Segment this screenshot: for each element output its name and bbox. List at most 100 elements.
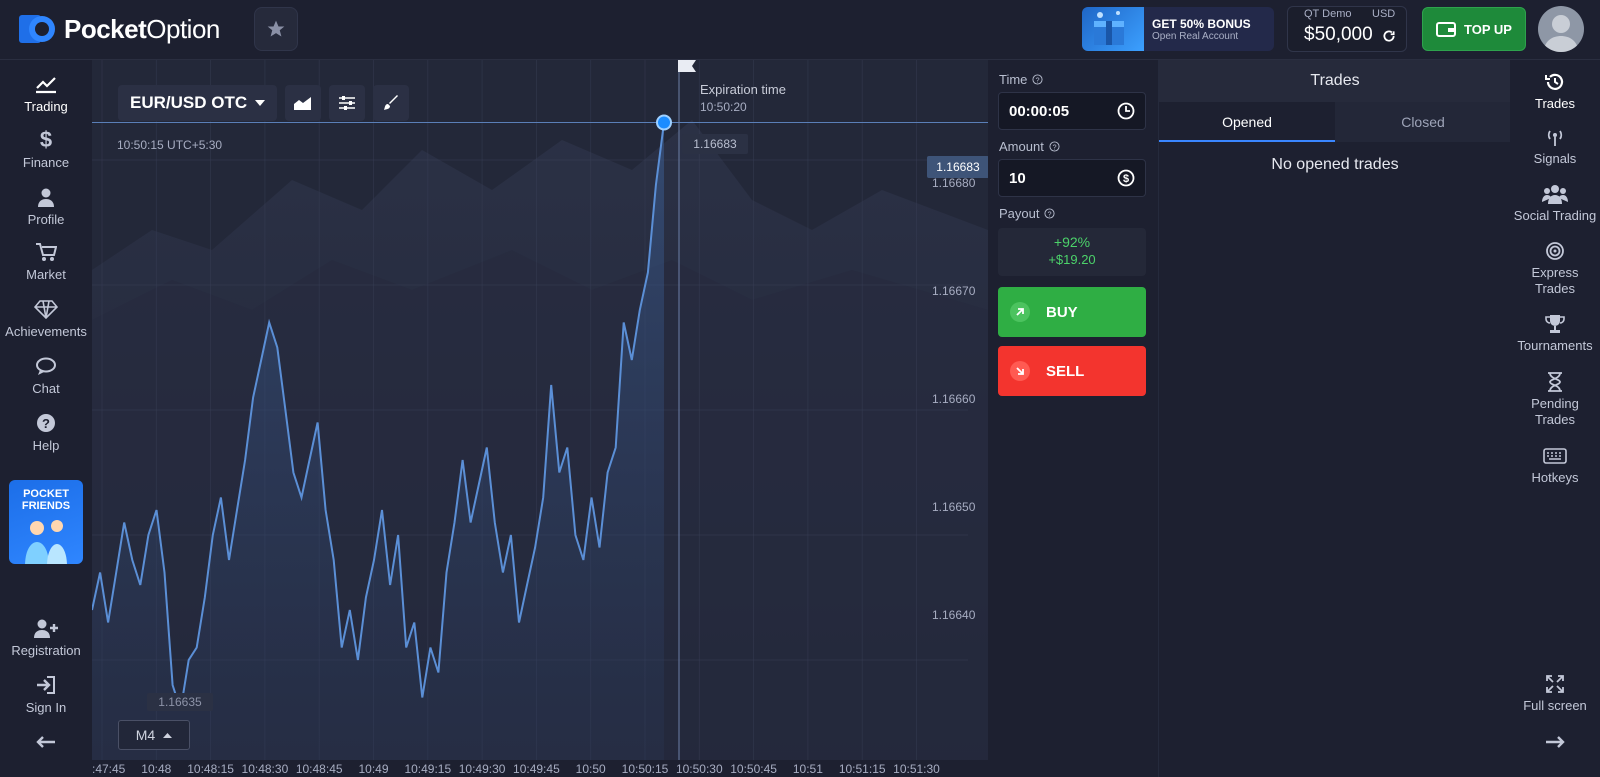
avatar[interactable] — [1538, 6, 1584, 52]
current-price-label: 1.16683 — [682, 134, 748, 154]
amount-value: 10 — [1009, 169, 1026, 187]
time-tick: 10:50:30 — [675, 762, 723, 776]
payout-label: Payout — [999, 206, 1040, 221]
sidebar-item-tournaments[interactable]: Tournaments — [1510, 312, 1600, 354]
target-icon — [1510, 239, 1600, 263]
chart-canvas[interactable] — [92, 60, 988, 760]
sidebar-item-label: Signals — [1533, 151, 1577, 166]
chart-type-button[interactable] — [285, 85, 322, 121]
sidebar-item-profile[interactable]: Profile — [0, 185, 92, 227]
logo-mark-icon — [18, 13, 58, 45]
clock-icon[interactable] — [1107, 93, 1145, 129]
users-icon — [1510, 182, 1600, 206]
tab-opened[interactable]: Opened — [1159, 102, 1335, 142]
payout-percent: +92% — [1053, 234, 1091, 250]
svg-text:?: ? — [1036, 75, 1040, 84]
logo[interactable]: PocketOption — [18, 12, 220, 46]
question-icon[interactable]: ? — [1032, 74, 1043, 85]
sidebar-item-pending-trades[interactable]: Pending Trades — [1510, 370, 1600, 428]
account-type: QT Demo — [1304, 8, 1352, 20]
sidebar-item-registration[interactable]: Registration — [0, 616, 92, 658]
logo-text-light: Option — [146, 13, 220, 44]
sidebar-item-signals[interactable]: Signals — [1510, 125, 1600, 167]
sidebar-item-hotkeys[interactable]: Hotkeys — [1510, 444, 1600, 486]
sidebar-item-label: Tournaments — [1517, 338, 1593, 353]
account-selector[interactable]: QT Demo USD $50,000 — [1287, 6, 1407, 52]
sidebar-item-label: Pending Trades — [1531, 396, 1579, 427]
time-value: 00:00:05 — [1009, 102, 1070, 120]
top-up-button[interactable]: TOP UP — [1422, 7, 1526, 51]
sidebar-item-express-trades[interactable]: Express Trades — [1510, 239, 1600, 297]
svg-text:?: ? — [1052, 142, 1056, 151]
time-tick: 10:50 — [575, 762, 606, 776]
time-tick: 10:49:15 — [404, 762, 452, 776]
sidebar-item-help[interactable]: ? Help — [0, 411, 92, 453]
dollar-icon: $ — [39, 127, 53, 152]
chat-icon — [0, 354, 92, 378]
signal-icon — [1510, 125, 1600, 149]
fullscreen-button[interactable]: Full screen — [1510, 672, 1600, 714]
amount-field[interactable]: 10 $ — [998, 159, 1146, 197]
price-chart[interactable]: EUR/USD OTC 10:50:15 UTC+5:30 Expiration… — [92, 60, 988, 777]
price-tick: 1.16670 — [932, 284, 976, 298]
bonus-banner[interactable]: GET 50% BONUS Open Real Account — [1082, 7, 1274, 51]
timeframe-selector[interactable]: M4 — [118, 720, 190, 750]
sidebar-item-trades[interactable]: Trades — [1510, 70, 1600, 112]
promo-line-1: POCKET — [23, 488, 69, 500]
chevron-down-icon — [255, 100, 266, 106]
svg-text:?: ? — [1048, 209, 1052, 218]
price-tick: 1.16650 — [932, 500, 976, 514]
current-price-tag: 1.16683 — [927, 156, 988, 178]
refresh-icon[interactable] — [1382, 29, 1396, 43]
indicators-button[interactable] — [329, 85, 366, 121]
collapse-sidebar-button[interactable] — [0, 730, 92, 757]
collapse-right-sidebar-button[interactable] — [1510, 730, 1600, 756]
arrow-left-icon — [0, 730, 92, 754]
time-tick: 10:51:30 — [893, 762, 940, 776]
timeframe-value: M4 — [135, 727, 156, 743]
star-icon — [267, 20, 285, 37]
question-icon[interactable]: ? — [1044, 208, 1056, 219]
bonus-subtitle: Open Real Account — [1152, 30, 1239, 42]
sidebar-item-label: Express Trades — [1531, 265, 1579, 296]
sidebar-item-label: Social Trading — [1513, 208, 1597, 223]
drawing-tools-button[interactable] — [373, 85, 410, 121]
sidebar-item-label: Trades — [1535, 96, 1575, 111]
sidebar-item-label: Market — [26, 267, 66, 282]
time-field[interactable]: 00:00:05 — [998, 92, 1146, 130]
dollar-circle-icon[interactable]: $ — [1107, 160, 1145, 196]
account-currency: USD — [1372, 8, 1396, 20]
sidebar-item-chat[interactable]: Chat — [0, 354, 92, 396]
tab-closed[interactable]: Closed — [1335, 102, 1511, 142]
buy-button[interactable]: BUY — [998, 287, 1146, 337]
sidebar-item-label: Hotkeys — [1531, 470, 1579, 485]
sidebar-item-market[interactable]: Market — [0, 240, 92, 282]
keyboard-icon — [1510, 444, 1600, 468]
sidebar-item-finance[interactable]: $ Finance — [0, 127, 92, 170]
chevron-up-icon — [163, 732, 173, 738]
arrow-down-right-icon — [1010, 361, 1030, 381]
top-up-label: TOP UP — [1464, 21, 1512, 37]
time-tick: 10:49:30 — [458, 762, 506, 776]
user-icon — [0, 185, 92, 209]
sidebar-item-sign-in[interactable]: Sign In — [0, 673, 92, 715]
question-icon[interactable]: ? — [1049, 141, 1060, 152]
arrow-right-icon — [1510, 730, 1600, 754]
sell-button[interactable]: SELL — [998, 346, 1146, 396]
time-tick: 10:50:15 — [621, 762, 669, 776]
sidebar-item-achievements[interactable]: Achievements — [0, 297, 92, 339]
sidebar-item-trading[interactable]: Trading — [0, 66, 92, 126]
price-tick: 1.16660 — [932, 392, 976, 406]
asset-selector[interactable]: EUR/USD OTC — [118, 85, 278, 121]
amount-label: Amount — [999, 139, 1044, 154]
logo-text-bold: Pocket — [64, 13, 147, 44]
current-price-dot — [656, 114, 672, 131]
trade-panel: Time ? 00:00:05 Amount ? 10 $ Payout ? +… — [988, 60, 1158, 777]
sidebar-item-social-trading[interactable]: Social Trading — [1510, 182, 1600, 224]
expiration-label: Expiration time — [700, 82, 786, 97]
favorites-button[interactable] — [254, 7, 298, 51]
right-sidebar: Trades Signals Social Trading Express Tr… — [1510, 60, 1600, 777]
pocket-friends-promo[interactable]: POCKET FRIENDS — [9, 480, 83, 564]
sidebar-item-label: Chat — [32, 381, 60, 396]
time-tick: 10:48:15 — [187, 762, 234, 776]
